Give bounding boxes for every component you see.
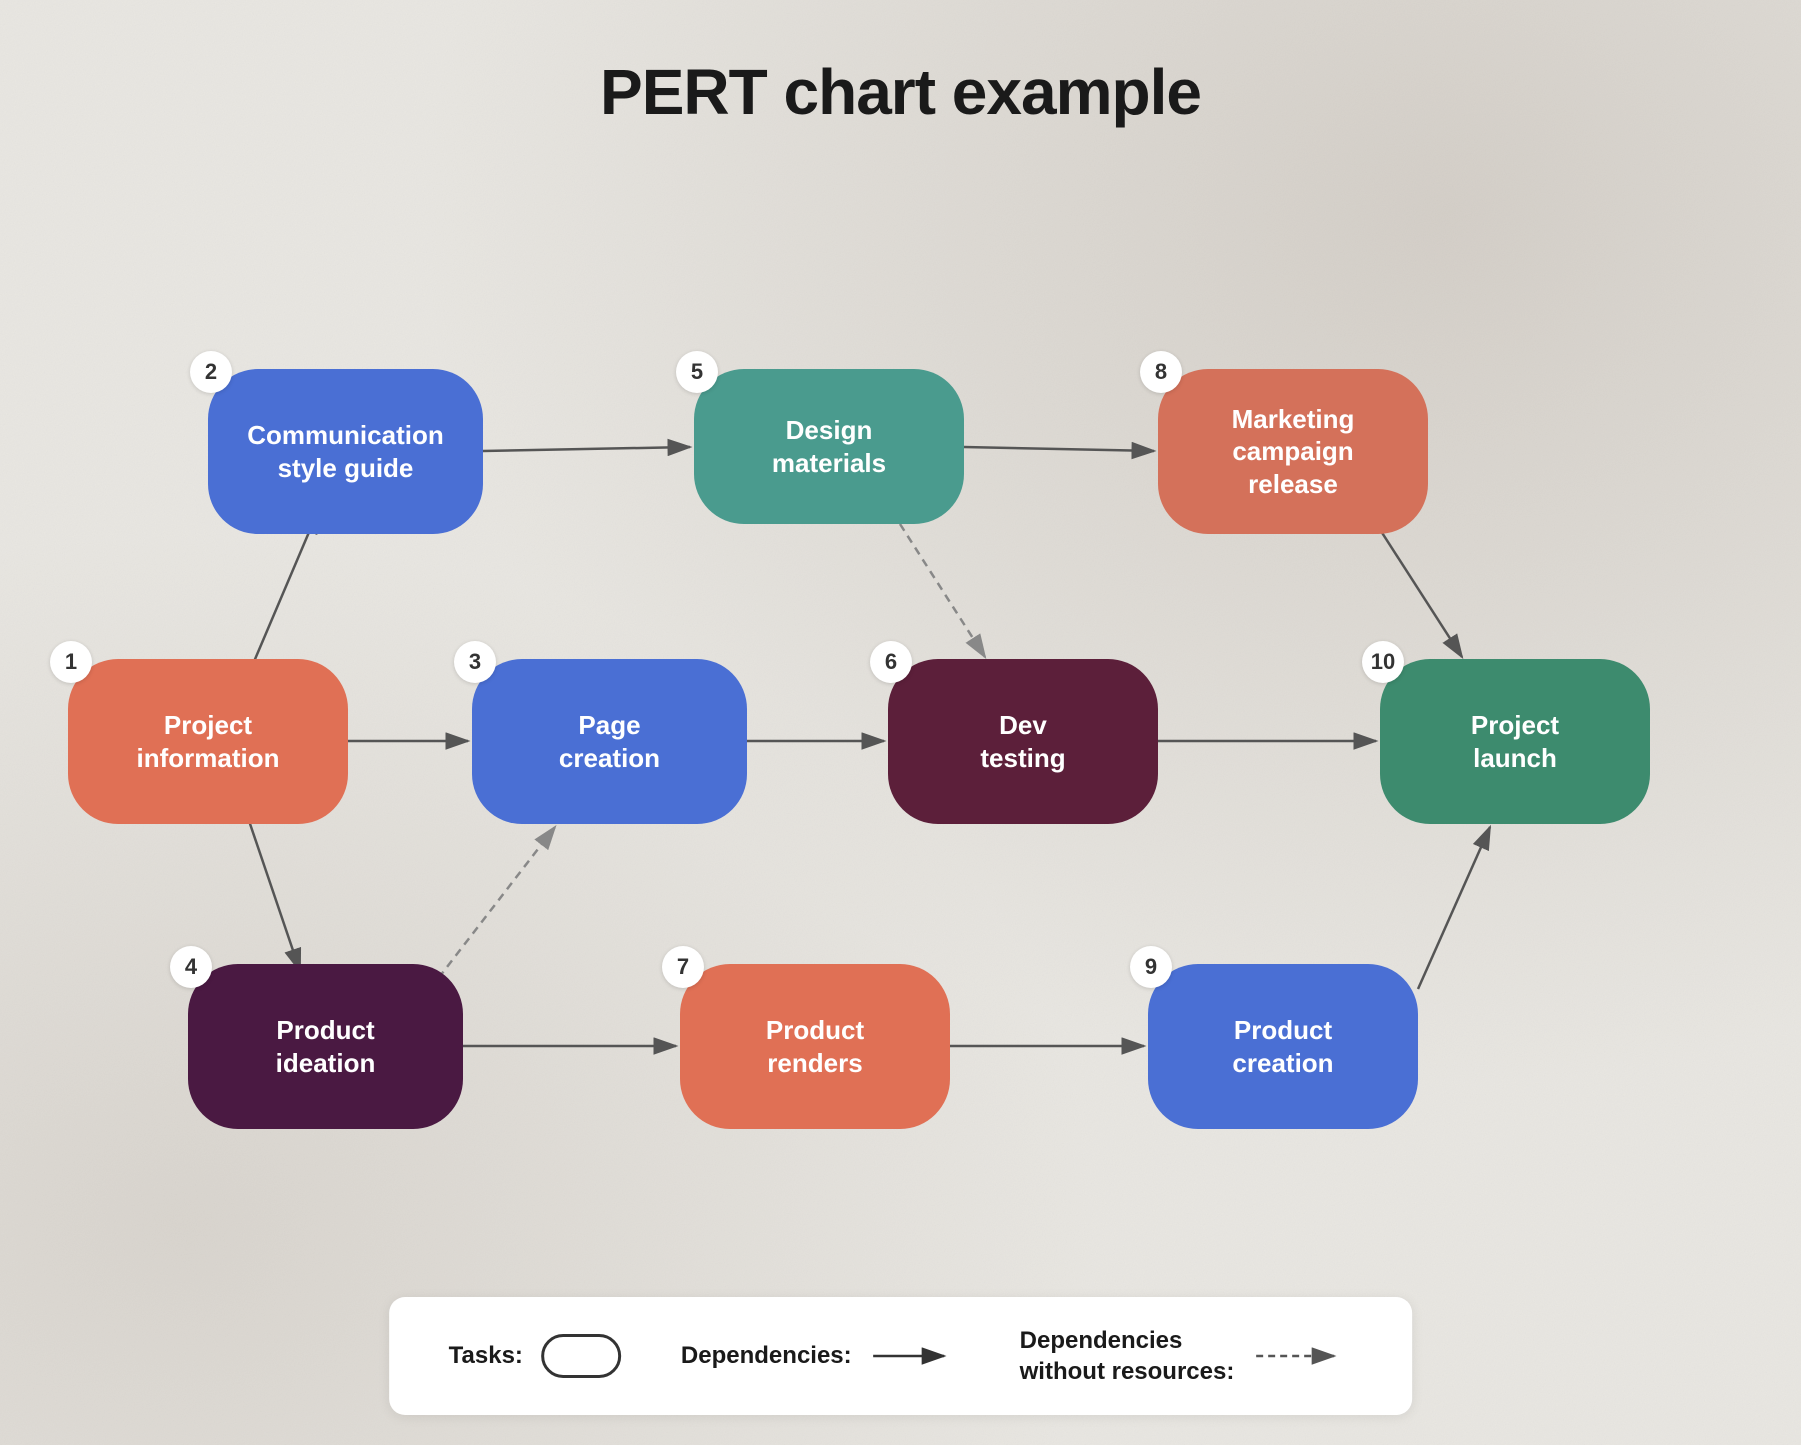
- node-8-label: Marketingcampaignrelease: [1232, 403, 1355, 501]
- legend-tasks-label: Tasks:: [449, 1342, 523, 1370]
- node-3-label: Pagecreation: [559, 709, 660, 774]
- legend-dependencies-no-resources: Dependencieswithout resources:: [1020, 1325, 1353, 1387]
- legend-dependencies: Dependencies:: [681, 1342, 960, 1370]
- node-1-number: 1: [50, 641, 92, 683]
- node-6-number: 6: [870, 641, 912, 683]
- node-10: 10 Projectlaunch: [1380, 659, 1650, 824]
- legend-task-shape: [541, 1334, 621, 1378]
- legend-dotted-arrow: [1252, 1342, 1352, 1370]
- node-1-label: Projectinformation: [137, 709, 280, 774]
- legend-tasks: Tasks:: [449, 1334, 621, 1378]
- node-9-label: Productcreation: [1232, 1014, 1333, 1079]
- node-8-number: 8: [1140, 351, 1182, 393]
- legend: Tasks: Dependencies: Dependencieswithout…: [389, 1297, 1413, 1415]
- page-container: PERT chart example: [0, 0, 1801, 1445]
- chart-area: 1 Projectinformation 2 Communicationstyl…: [0, 149, 1801, 1249]
- node-3: 3 Pagecreation: [472, 659, 747, 824]
- node-7-number: 7: [662, 946, 704, 988]
- node-6-label: Devtesting: [980, 709, 1065, 774]
- legend-solid-arrow: [870, 1342, 960, 1370]
- legend-dependencies-label: Dependencies:: [681, 1342, 852, 1370]
- node-4-label: Productideation: [276, 1014, 376, 1079]
- node-5: 5 Designmaterials: [694, 369, 964, 524]
- node-3-number: 3: [454, 641, 496, 683]
- chart-title: PERT chart example: [0, 0, 1801, 129]
- node-4: 4 Productideation: [188, 964, 463, 1129]
- node-10-number: 10: [1362, 641, 1404, 683]
- node-7: 7 Productrenders: [680, 964, 950, 1129]
- node-10-label: Projectlaunch: [1471, 709, 1559, 774]
- node-2: 2 Communicationstyle guide: [208, 369, 483, 534]
- node-4-number: 4: [170, 946, 212, 988]
- node-6: 6 Devtesting: [888, 659, 1158, 824]
- node-8: 8 Marketingcampaignrelease: [1158, 369, 1428, 534]
- legend-no-resources-label: Dependencieswithout resources:: [1020, 1325, 1235, 1387]
- node-9: 9 Productcreation: [1148, 964, 1418, 1129]
- node-5-label: Designmaterials: [772, 414, 886, 479]
- node-1: 1 Projectinformation: [68, 659, 348, 824]
- node-7-label: Productrenders: [766, 1014, 864, 1079]
- node-2-number: 2: [190, 351, 232, 393]
- node-9-number: 9: [1130, 946, 1172, 988]
- node-2-label: Communicationstyle guide: [247, 419, 443, 484]
- node-5-number: 5: [676, 351, 718, 393]
